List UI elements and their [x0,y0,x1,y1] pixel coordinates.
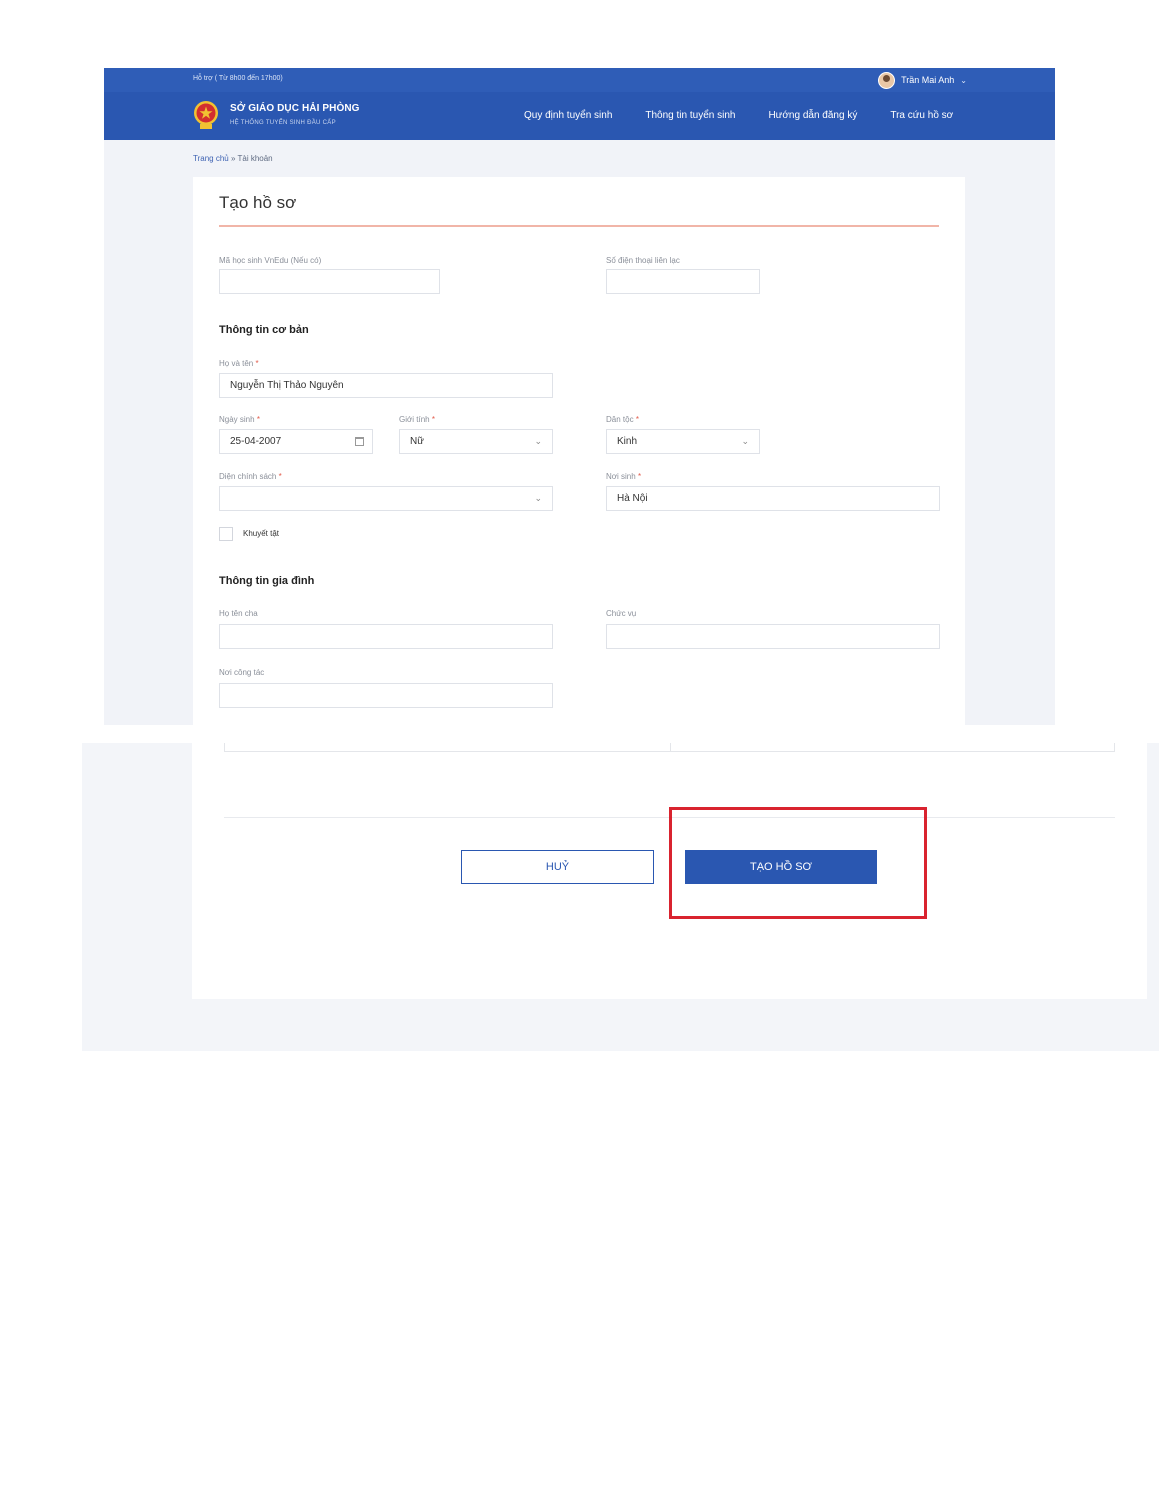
nav-item-registration-guide[interactable]: Hướng dẫn đăng ký [768,110,857,121]
birthplace-label: Nơi sinh * [606,472,641,481]
nav-item-lookup[interactable]: Tra cứu hồ sơ [890,110,953,121]
emblem-icon [194,101,218,129]
gender-value: Nữ [410,436,424,447]
chevron-down-icon: ⌄ [960,75,967,85]
vnedu-input[interactable] [219,269,440,294]
chevron-down-icon: ⌄ [741,436,749,446]
birthplace-label-text: Nơi sinh [606,472,636,481]
phone-label: Số điện thoại liên lạc [606,256,680,265]
breadcrumb-home[interactable]: Trang chủ [193,154,229,163]
workplace-label: Nơi công tác [219,668,265,677]
position-input[interactable] [606,624,940,649]
policy-label: Diện chính sách * [219,472,282,481]
avatar [878,71,896,89]
required-mark: * [255,359,259,368]
profile-form-card: Tạo hồ sơ Mã học sinh VnEdu (Nếu có) Số … [193,177,965,725]
ethnicity-label: Dân tộc * [606,415,639,424]
title-divider [219,225,939,227]
dob-input[interactable]: 25-04-2007 [219,429,373,454]
position-label: Chức vụ [606,609,637,618]
disability-label: Khuyết tật [243,529,280,538]
breadcrumb-current: Tài khoản [237,154,273,163]
ethnicity-label-text: Dân tộc [606,415,634,424]
chevron-down-icon: ⌄ [534,493,542,503]
page-title: Tạo hồ sơ [219,193,297,212]
nav-item-regulations[interactable]: Quy định tuyển sinh [524,110,612,121]
nav-menu: Quy định tuyển sinh Thông tin tuyển sinh… [524,110,986,121]
birthplace-input[interactable]: Hà Nội [606,486,940,511]
support-hours: Hỗ trợ ( Từ 8h00 đến 17h00) [193,75,283,82]
phone-input[interactable] [606,269,760,294]
user-name: Trần Mai Anh [901,75,955,85]
dob-value: 25-04-2007 [230,436,282,447]
gender-label: Giới tính * [399,415,435,424]
dob-label: Ngày sinh * [219,415,260,424]
main-navbar: SỞ GIÁO DỤC HẢI PHÒNG HỆ THỐNG TUYỂN SIN… [104,92,1055,140]
top-bar: Hỗ trợ ( Từ 8h00 đến 17h00) Trần Mai Anh… [104,68,1055,92]
screenshot-top: Hỗ trợ ( Từ 8h00 đến 17h00) Trần Mai Anh… [104,68,1055,725]
highlight-box [669,807,927,919]
father-name-input[interactable] [219,624,553,649]
screenshot-bottom: HUỶ TẠO HỒ SƠ [82,743,1159,1051]
required-mark: * [635,415,639,424]
table-fragment [224,743,1115,752]
father-label: Họ tên cha [219,609,258,618]
ethnicity-select[interactable]: Kinh ⌄ [606,429,760,454]
brand-subtitle: HỆ THỐNG TUYỂN SINH ĐẦU CẤP [230,120,336,126]
breadcrumb: Trang chủ » Tài khoản [193,154,273,163]
required-mark: * [637,472,642,481]
gender-label-text: Giới tính [399,415,430,424]
policy-label-text: Diện chính sách [219,472,277,481]
ethnicity-value: Kinh [617,436,638,447]
required-mark: * [256,415,260,424]
fullname-label-text: Họ và tên [219,359,254,368]
brand-title[interactable]: SỞ GIÁO DỤC HẢI PHÒNG [230,103,360,114]
calendar-icon[interactable] [355,437,364,446]
policy-select[interactable]: ⌄ [219,486,553,511]
vnedu-label: Mã học sinh VnEdu (Nếu có) [219,256,322,265]
fullname-label: Họ và tên * [219,359,259,368]
required-mark: * [278,472,282,481]
nav-item-admission-info[interactable]: Thông tin tuyển sinh [645,110,735,121]
breadcrumb-separator: » [230,154,236,163]
family-info-heading: Thông tin gia đình [219,575,315,587]
disability-checkbox[interactable] [219,527,233,541]
table-column-divider [670,743,671,752]
gender-select[interactable]: Nữ ⌄ [399,429,553,454]
chevron-down-icon: ⌄ [534,436,542,446]
required-mark: * [431,415,435,424]
basic-info-heading: Thông tin cơ bản [219,324,309,336]
cancel-button[interactable]: HUỶ [461,850,654,884]
dob-label-text: Ngày sinh [219,415,255,424]
user-menu[interactable]: Trần Mai Anh ⌄ [878,71,967,89]
workplace-input[interactable] [219,683,553,708]
fullname-input[interactable]: Nguyễn Thị Thảo Nguyên [219,373,553,398]
